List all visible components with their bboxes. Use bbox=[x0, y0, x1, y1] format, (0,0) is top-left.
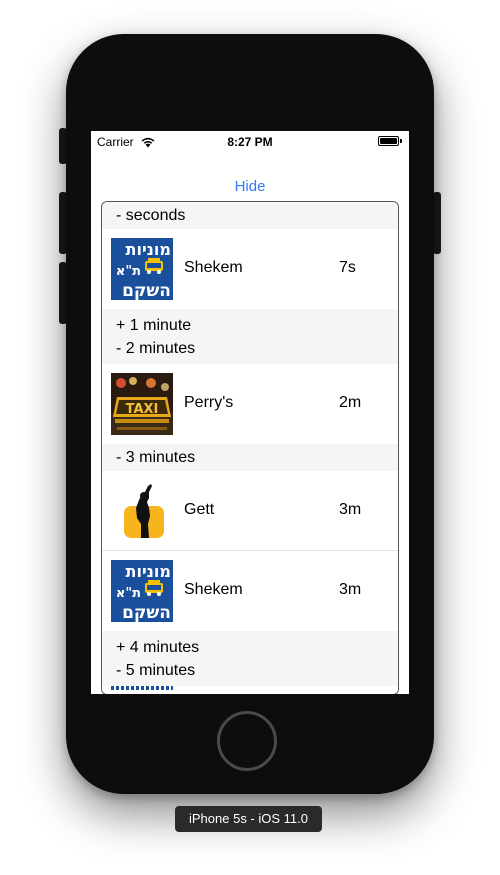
list-item-partial[interactable] bbox=[102, 686, 398, 694]
shekem-logo-text-3: השקם bbox=[122, 281, 171, 300]
shekem-logo-text-1: מוניות bbox=[126, 240, 171, 259]
list-item[interactable]: מוניות ת"א השקם Shekem 7s bbox=[102, 229, 398, 309]
device-label: iPhone 5s - iOS 11.0 bbox=[175, 806, 322, 832]
list-item[interactable]: TAXI Perry's 2m bbox=[102, 364, 398, 444]
shekem-logo: מוניות ת"א השקם bbox=[111, 238, 173, 300]
status-bar: Carrier 8:27 PM bbox=[91, 131, 409, 153]
status-time: 8:27 PM bbox=[227, 135, 273, 149]
shekem-logo-text-2: ת"א bbox=[116, 264, 141, 279]
list-item[interactable]: מוניות ת"א השקם Shekem 3m bbox=[102, 551, 398, 631]
section-header-5-minutes[interactable]: - 5 minutes bbox=[102, 659, 398, 686]
section-header-2-minutes[interactable]: - 2 minutes bbox=[102, 337, 398, 364]
eta-time: 7s bbox=[339, 259, 356, 276]
eta-list[interactable]: - seconds מוניות ת"א השקם Shekem 7s + 1 … bbox=[101, 201, 399, 694]
shekem-logo-text-1: מוניות bbox=[126, 562, 171, 581]
company-name: Perry's bbox=[184, 394, 234, 411]
taxi-sign-logo: TAXI bbox=[111, 373, 173, 435]
hide-button[interactable]: Hide bbox=[91, 178, 409, 195]
battery-icon bbox=[378, 136, 399, 146]
shekem-logo: מוניות ת"א השקם bbox=[111, 560, 173, 622]
eta-time: 3m bbox=[339, 581, 362, 598]
section-header-4-minutes[interactable]: + 4 minutes bbox=[102, 631, 398, 659]
section-header-seconds[interactable]: - seconds bbox=[102, 202, 398, 229]
company-name: Shekem bbox=[184, 259, 243, 276]
shekem-logo-text-2: ת"א bbox=[116, 586, 141, 601]
company-name: Gett bbox=[184, 501, 215, 518]
power-button bbox=[433, 192, 441, 254]
section-header-3-minutes[interactable]: - 3 minutes bbox=[102, 444, 398, 471]
eta-time: 2m bbox=[339, 394, 362, 411]
eta-time: 3m bbox=[339, 501, 362, 518]
company-name: Shekem bbox=[184, 581, 243, 598]
gett-logo bbox=[111, 480, 173, 542]
section-header-1-minute[interactable]: + 1 minute bbox=[102, 309, 398, 337]
taxi-sign-text: TAXI bbox=[126, 402, 159, 417]
screen: Carrier 8:27 PM Hide - seconds מוניות ת"… bbox=[91, 131, 409, 694]
home-button[interactable] bbox=[217, 711, 277, 771]
list-item[interactable]: Gett 3m bbox=[102, 471, 398, 551]
shekem-logo-text-3: השקם bbox=[122, 603, 171, 622]
shekem-logo bbox=[111, 686, 173, 690]
battery-tip bbox=[400, 139, 402, 143]
